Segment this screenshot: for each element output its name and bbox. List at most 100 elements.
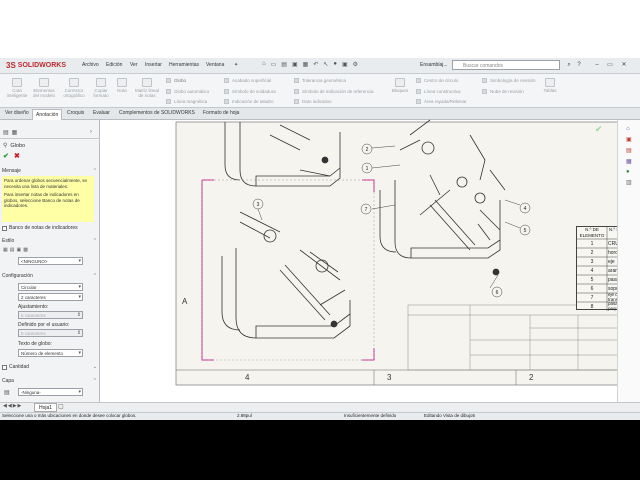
file-explorer-icon[interactable]: ▤: [626, 147, 632, 154]
feature-manager-tab-icon[interactable]: ▤: [3, 129, 9, 136]
open-folder-icon[interactable]: ▤: [281, 61, 287, 68]
resources-home-icon[interactable]: ⌂: [626, 126, 632, 132]
pin-icon[interactable]: ✦: [234, 62, 238, 68]
close-window-button[interactable]: ✕: [620, 62, 628, 68]
message-paragraph-1: Para ordenar globos secuencialmente, se …: [4, 178, 88, 189]
sheet-tab-hoja1[interactable]: Hoja1: [34, 403, 58, 412]
spell-checker-label: Corrector ortográfico: [63, 88, 85, 98]
format-painter-button[interactable]: Copiar formato: [90, 78, 112, 98]
magnetic-line-icon: [166, 99, 171, 104]
magnetic-line-button[interactable]: Línea magnética: [166, 99, 207, 104]
style-load-icon[interactable]: ▩: [23, 247, 28, 253]
centerline-button[interactable]: Línea constructiva: [416, 89, 461, 94]
help-icon[interactable]: ?: [575, 62, 583, 68]
datum-feature-button[interactable]: Símbolo de indicación de referencia: [294, 89, 374, 94]
select-icon[interactable]: ↖: [323, 61, 328, 68]
ajustar-field[interactable]: 5 caracteres ⇕: [18, 311, 83, 319]
configuracion-section-header[interactable]: Configuración ⌃: [2, 272, 97, 280]
search-magnifier-icon[interactable]: ⌕: [565, 62, 573, 68]
balloon-button[interactable]: Globo: [166, 78, 186, 83]
confirmation-corner-check-icon[interactable]: ✔: [595, 124, 603, 135]
definido-field[interactable]: 5 caracteres ⇕: [18, 329, 83, 337]
model-items-button[interactable]: Elementos del modelo: [31, 78, 57, 98]
menu-insertar[interactable]: Insertar: [145, 62, 162, 68]
weld-symbol-button[interactable]: Símbolo de soldadura: [224, 89, 276, 94]
style-add-icon[interactable]: ▤: [10, 247, 15, 253]
texto-globo-dropdown[interactable]: Número de elemento ▾: [18, 349, 83, 357]
restore-button[interactable]: ▭: [606, 62, 614, 68]
revision-symbol-label: Simbología de revisión: [490, 78, 536, 83]
sheet-nav-arrows-icon[interactable]: ◀◀▶▶: [3, 403, 22, 409]
tamano-dropdown[interactable]: 2 caracteres ▾: [18, 293, 83, 301]
title-area: [0, 0, 640, 62]
area-hatch-button[interactable]: Área rayada/Rellenar: [416, 99, 467, 104]
cancel-x-icon[interactable]: ✖: [14, 152, 20, 160]
estilo-section-header[interactable]: Estilo ⌃: [2, 237, 97, 245]
forma-dropdown[interactable]: Circular ▾: [18, 283, 83, 291]
design-library-icon[interactable]: ▣: [626, 136, 632, 143]
save-icon[interactable]: ▣: [292, 61, 298, 68]
panel-expand-icon[interactable]: ›: [90, 129, 92, 135]
surface-finish-button[interactable]: Acabado superficial: [224, 78, 271, 83]
print-icon[interactable]: ▦: [303, 61, 309, 68]
auto-balloon-label: Globo automático: [174, 89, 210, 94]
geometric-tolerance-button[interactable]: Tolerancia geométrica: [294, 78, 346, 83]
minimize-button[interactable]: –: [593, 62, 601, 68]
menu-edicion[interactable]: Edición: [106, 62, 122, 68]
cantidad-row[interactable]: Cantidad ⌄: [2, 363, 97, 371]
auto-balloon-button[interactable]: Globo automático: [166, 89, 209, 94]
tab-ver-diseno[interactable]: Ver diseño: [2, 110, 32, 116]
rebuild-icon[interactable]: ●: [333, 61, 337, 68]
datum-target-button[interactable]: Dato indicativo: [294, 99, 332, 104]
geometric-tolerance-label: Tolerancia geométrica: [302, 78, 347, 83]
bom-cell-item: 7: [590, 295, 594, 301]
estilo-dropdown[interactable]: <NINGUNO> ▾: [18, 257, 83, 265]
tables-icon: [545, 78, 555, 87]
center-mark-button[interactable]: Centro de círculo: [416, 78, 458, 83]
menu-archivo[interactable]: Archivo: [82, 62, 99, 68]
surface-finish-label: Acabado superficial: [232, 78, 272, 83]
home-icon[interactable]: ⌂: [262, 61, 266, 68]
smart-dimension-button[interactable]: Cota inteligente: [6, 78, 28, 98]
search-input[interactable]: Buscar comandos: [452, 60, 560, 70]
style-default-icon[interactable]: ▦: [3, 247, 8, 253]
custom-properties-icon[interactable]: ▥: [626, 179, 632, 186]
new-document-icon[interactable]: ▭: [271, 61, 277, 68]
undo-icon[interactable]: ↶: [313, 61, 318, 68]
banco-notas-checkbox[interactable]: [2, 225, 7, 231]
capa-section-header[interactable]: Capa ⌃: [2, 377, 97, 385]
property-manager-tab-icon[interactable]: ▦: [12, 129, 18, 136]
revision-symbol-icon: [482, 78, 487, 83]
tables-button[interactable]: Tablas: [540, 78, 560, 93]
add-sheet-icon[interactable]: ▢: [58, 403, 64, 410]
revision-symbol-button[interactable]: Simbología de revisión: [482, 78, 536, 83]
style-save-icon[interactable]: ▣: [16, 247, 21, 253]
ok-check-icon[interactable]: ✔: [3, 152, 9, 160]
tab-anotacion[interactable]: Anotación: [32, 109, 63, 120]
appearances-icon[interactable]: ●: [626, 169, 632, 175]
view-palette-icon[interactable]: ▦: [626, 158, 632, 165]
hole-callout-button[interactable]: Indicación de taladro: [224, 99, 274, 104]
blocks-button[interactable]: Bloques: [389, 78, 411, 93]
centerline-icon: [416, 89, 421, 94]
style-buttons: ▦ ▤ ▣ ▩: [3, 247, 28, 253]
tables-label: Tablas: [543, 88, 557, 93]
mensaje-section-header[interactable]: Mensaje ⌃: [2, 167, 97, 175]
linear-note-pattern-button[interactable]: Matriz lineal de notas: [132, 78, 162, 98]
spell-checker-button[interactable]: Corrector ortográfico: [60, 78, 88, 98]
solidworks-logo[interactable]: 3S SOLIDWORKS: [6, 61, 66, 70]
drawing-canvas[interactable]: 2 1 7 4 5 6 3 A 4 3 2: [101, 112, 617, 412]
menu-herramientas[interactable]: Herramientas: [169, 62, 199, 68]
options-gear-icon[interactable]: ⚙: [353, 61, 358, 68]
cantidad-checkbox[interactable]: [2, 364, 7, 370]
note-button[interactable]: Nota: [113, 78, 131, 93]
banco-notas-row[interactable]: Banco de notas de indicadores: [2, 224, 97, 232]
revision-cloud-button[interactable]: Nube de revisión: [482, 89, 524, 94]
capa-dropdown[interactable]: -Ninguna- ▾: [18, 388, 83, 396]
tab-croquis[interactable]: Croquis: [64, 110, 87, 116]
divider: [0, 138, 100, 139]
bom-cell-item: 5: [590, 277, 594, 283]
menu-ventana[interactable]: Ventana: [206, 62, 224, 68]
menu-ver[interactable]: Ver: [130, 62, 138, 68]
file-properties-icon[interactable]: ▣: [342, 61, 348, 68]
